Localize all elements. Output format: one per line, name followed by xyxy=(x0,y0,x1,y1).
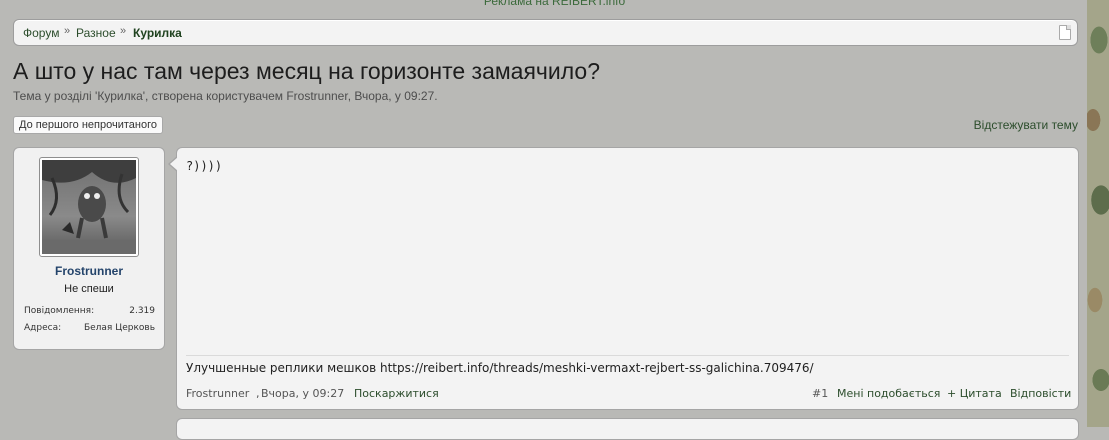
avatar-image xyxy=(42,160,136,254)
user-title: Не спеши xyxy=(64,283,114,295)
stat-value-location[interactable]: Белая Церковь xyxy=(84,323,155,333)
signature-divider xyxy=(186,355,1069,356)
next-post-panel xyxy=(176,418,1079,440)
username-link[interactable]: Frostrunner xyxy=(14,264,164,278)
thread-title: А што у нас там через месяц на горизонте… xyxy=(13,58,601,84)
breadcrumb-forum[interactable]: Форум xyxy=(23,26,59,40)
report-link[interactable]: Поскаржитися xyxy=(354,387,439,400)
breadcrumb-current[interactable]: Курилка xyxy=(133,26,182,40)
quote-button[interactable]: + Цитата xyxy=(947,387,1002,400)
camouflage-edge xyxy=(1087,0,1109,427)
breadcrumb-separator: » xyxy=(64,25,71,37)
post-pointer-fill xyxy=(170,157,178,171)
first-unread-button[interactable]: До першого непрочитаного xyxy=(13,116,163,134)
watch-thread-link[interactable]: Відстежувати тему xyxy=(974,118,1078,132)
document-icon[interactable] xyxy=(1059,25,1071,40)
stat-value-messages[interactable]: 2.319 xyxy=(129,306,155,316)
post-date[interactable]: Вчора, у 09:27 xyxy=(261,387,344,400)
post-body: ?)))) xyxy=(186,159,223,173)
post-comma: , xyxy=(256,387,260,400)
stat-label-messages: Повідомлення: xyxy=(24,306,95,316)
user-card: Frostrunner Не спеши Повідомлення: 2.319… xyxy=(13,147,165,350)
post-number[interactable]: #1 xyxy=(812,387,828,400)
breadcrumb: Форум » Разное » Курилка xyxy=(13,19,1078,46)
breadcrumb-separator: » xyxy=(120,25,127,37)
post-message: ?)))) Улучшенные реплики мешков https://… xyxy=(176,147,1079,410)
ad-banner-link[interactable]: Реклама на REIBERT.info xyxy=(0,0,1109,8)
avatar[interactable] xyxy=(39,157,139,257)
post-signature[interactable]: Улучшенные реплики мешков https://reiber… xyxy=(186,361,814,375)
like-button[interactable]: Мені подобається xyxy=(837,387,940,400)
breadcrumb-misc[interactable]: Разное xyxy=(76,26,116,40)
reply-button[interactable]: Відповісти xyxy=(1010,387,1071,400)
post-author-link[interactable]: Frostrunner xyxy=(186,387,249,400)
stat-label-location: Адреса: xyxy=(24,323,62,333)
thread-subtitle: Тема у розділі 'Курилка', створена корис… xyxy=(13,89,438,103)
